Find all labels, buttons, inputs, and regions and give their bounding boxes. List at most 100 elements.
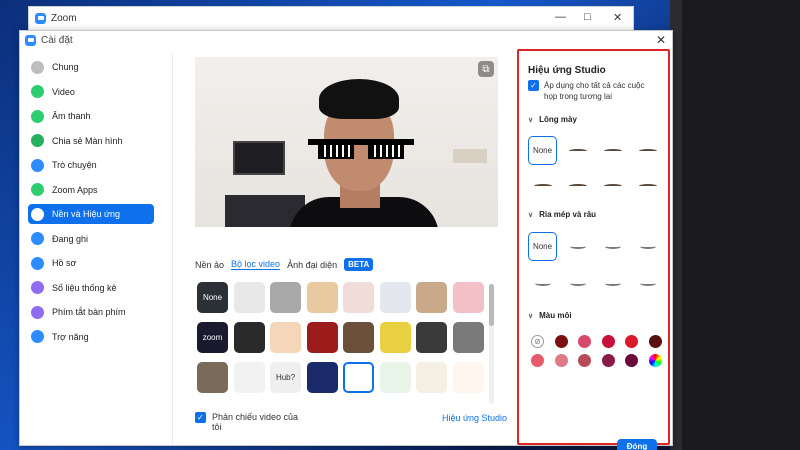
sidebar-item-label: Trò chuyện — [52, 160, 97, 170]
eyebrow-option[interactable] — [633, 171, 662, 200]
studio-effects-link[interactable]: Hiệu ứng Studio — [442, 413, 507, 423]
lip-color-swatch[interactable] — [625, 335, 638, 348]
video-filter-option[interactable]: None — [197, 282, 228, 313]
lip-color-swatch[interactable] — [578, 335, 591, 348]
lip-color-section-header[interactable]: ∨ Màu môi — [528, 311, 572, 320]
eyebrows-section-header[interactable]: ∨ Lông mày — [528, 115, 577, 124]
video-filter-option[interactable] — [270, 282, 301, 313]
eyebrow-shape — [603, 183, 622, 188]
eyebrow-shape — [638, 148, 657, 153]
mustache-option[interactable] — [528, 269, 557, 298]
lip-color-swatch[interactable] — [601, 354, 615, 367]
lip-color-swatch[interactable] — [648, 335, 662, 348]
expand-preview-icon[interactable]: ⧉ — [478, 61, 494, 77]
sidebar-item-label: Nền và Hiệu ứng — [52, 209, 121, 219]
scrollbar-thumb[interactable] — [489, 284, 494, 326]
video-filter-option[interactable] — [233, 322, 265, 353]
lip-color-swatch[interactable] — [601, 335, 615, 348]
lip-color-swatch[interactable] — [625, 354, 638, 367]
settings-close-icon[interactable]: ✕ — [656, 33, 666, 47]
mustache-option[interactable] — [598, 269, 627, 298]
gear-icon — [31, 60, 44, 74]
lip-color-title: Màu môi — [539, 311, 572, 320]
sidebar-item[interactable]: Chung — [28, 57, 154, 77]
video-filter-option[interactable] — [379, 282, 411, 313]
mustache-section-header[interactable]: ∨ Ria mép và râu — [528, 210, 596, 219]
tab-avatars[interactable]: Ảnh đại diện — [287, 260, 337, 270]
lip-color-swatch[interactable] — [554, 354, 568, 367]
sidebar-divider — [172, 53, 173, 445]
sidebar-item[interactable]: Đang ghi — [28, 229, 154, 249]
sidebar-item[interactable]: Nền và Hiệu ứng — [28, 204, 154, 224]
video-filter-option[interactable] — [233, 282, 265, 313]
sidebar-item[interactable]: Chia sẻ Màn hình — [28, 131, 154, 151]
chevron-down-icon: ∨ — [528, 116, 534, 124]
custom-color-picker-icon[interactable] — [648, 354, 662, 367]
mustache-option[interactable] — [633, 269, 662, 298]
sidebar-item[interactable]: Trò chuyện — [28, 155, 154, 175]
lip-color-swatch[interactable] — [578, 354, 591, 367]
sidebar-item[interactable]: Hồ sơ — [28, 253, 154, 273]
settings-sidebar: Chung Video Âm thanh Chia sẻ Màn hình Trò ch… — [20, 53, 170, 445]
eyebrow-option[interactable] — [563, 171, 592, 200]
apply-all-option[interactable]: ✓ Áp dụng cho tất cả các cuộc họp trong … — [528, 80, 658, 102]
close-icon[interactable]: ✕ — [613, 11, 622, 24]
lip-color-swatch[interactable] — [531, 354, 544, 367]
sidebar-item-label: Video — [52, 86, 75, 97]
eyebrow-option[interactable]: None — [528, 136, 557, 165]
eyebrow-option[interactable] — [598, 171, 627, 200]
mustache-option[interactable] — [563, 269, 592, 298]
person-hair — [319, 79, 399, 119]
video-filter-option[interactable] — [343, 362, 374, 393]
video-filter-option[interactable] — [233, 362, 265, 393]
eyebrow-option[interactable] — [528, 171, 557, 200]
video-filter-option[interactable] — [379, 322, 411, 353]
sidebar-item[interactable]: Phím tắt bàn phím — [28, 302, 154, 322]
video-filter-option[interactable] — [343, 282, 374, 313]
tab-video-filters[interactable]: Bộ lọc video — [231, 259, 281, 270]
close-button[interactable]: Đóng — [617, 439, 657, 450]
mustache-shape — [569, 244, 586, 249]
video-filter-option[interactable] — [379, 362, 411, 393]
beta-badge: BETA — [344, 258, 374, 271]
mirror-checkbox[interactable]: ✓ — [195, 412, 206, 423]
video-filter-option[interactable]: zoom — [197, 322, 228, 353]
sidebar-item-label: Phím tắt bàn phím — [52, 307, 126, 317]
sidebar-item[interactable]: Âm thanh — [28, 106, 154, 126]
sidebar-item[interactable]: Số liệu thống kê — [28, 278, 154, 298]
mustache-option[interactable] — [598, 232, 627, 261]
apply-all-checkbox[interactable]: ✓ — [528, 80, 539, 91]
video-filter-option[interactable] — [452, 322, 484, 353]
mustache-option[interactable] — [563, 232, 592, 261]
lip-color-swatch[interactable] — [554, 335, 568, 348]
sidebar-item[interactable]: Video — [28, 82, 154, 102]
eyebrow-option[interactable] — [563, 136, 592, 165]
video-filter-option[interactable] — [197, 362, 228, 393]
minimize-icon[interactable]: — — [555, 11, 566, 23]
video-filter-option[interactable] — [270, 322, 301, 353]
eyebrows-title: Lông mày — [539, 115, 577, 124]
mustache-option[interactable]: None — [528, 232, 557, 261]
video-filter-option[interactable] — [306, 282, 338, 313]
maximize-icon[interactable]: □ — [584, 11, 591, 23]
video-filter-option[interactable] — [452, 282, 484, 313]
filter-scrollbar[interactable] — [489, 284, 494, 404]
wall-shelf — [453, 149, 487, 163]
no-color-icon[interactable]: ⊘ — [531, 335, 544, 348]
video-filter-option[interactable] — [416, 282, 447, 313]
video-filter-option[interactable]: Hub? — [270, 362, 301, 393]
mirror-video-option[interactable]: ✓ Phản chiếu video của tôi — [195, 412, 305, 432]
video-filter-option[interactable] — [306, 322, 338, 353]
eyebrow-option[interactable] — [633, 136, 662, 165]
eyebrow-option[interactable] — [598, 136, 627, 165]
video-filter-option[interactable] — [306, 362, 338, 393]
tab-virtual-background[interactable]: Nền ảo — [195, 260, 224, 270]
video-filter-option[interactable] — [452, 362, 484, 393]
sidebar-item[interactable]: Zoom Apps — [28, 180, 154, 200]
video-filter-option[interactable] — [416, 362, 447, 393]
video-filter-option[interactable] — [416, 322, 447, 353]
sidebar-item[interactable]: Trợ năng — [28, 327, 154, 347]
keyboard-icon — [31, 305, 44, 319]
mustache-option[interactable] — [633, 232, 662, 261]
video-filter-option[interactable] — [343, 322, 374, 353]
